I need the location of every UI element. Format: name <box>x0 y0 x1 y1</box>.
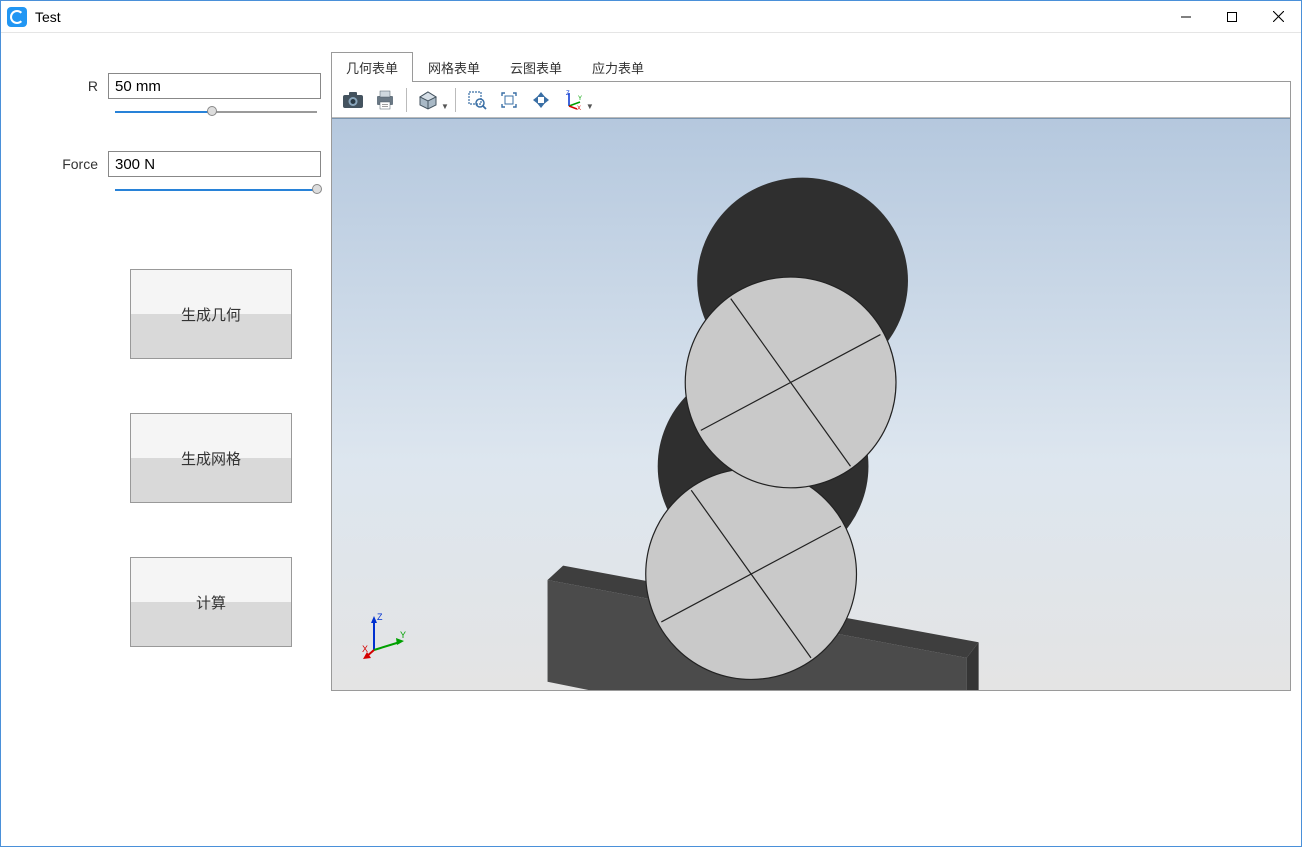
window-controls <box>1163 1 1301 33</box>
axis-y-label: Y <box>400 630 406 640</box>
axes-icon[interactable]: Z Y X <box>558 85 588 115</box>
tab-contour[interactable]: 云图表单 <box>495 52 577 82</box>
camera-icon[interactable] <box>338 85 368 115</box>
main-area: 几何表单 网格表单 云图表单 应力表单 ▼ <box>331 53 1291 836</box>
sidebar: R Force 生成几何 生成网格 计算 <box>11 53 331 836</box>
print-icon[interactable] <box>370 85 400 115</box>
slider-fill <box>115 111 216 113</box>
tabs: 几何表单 网格表单 云图表单 应力表单 <box>331 53 1291 81</box>
param-r-row: R <box>11 73 321 99</box>
param-r-slider[interactable] <box>111 103 321 121</box>
svg-text:Y: Y <box>578 96 582 102</box>
slider-thumb[interactable] <box>312 184 322 194</box>
viewer-toolbar: ▼ <box>332 82 1290 118</box>
maximize-button[interactable] <box>1209 1 1255 33</box>
axis-triad: Z Y X <box>362 610 412 660</box>
param-r-label: R <box>11 78 108 94</box>
viewer-frame: ▼ <box>331 81 1291 691</box>
window-title: Test <box>35 9 61 25</box>
param-r-input[interactable] <box>108 73 321 99</box>
toolbar-separator <box>455 88 456 112</box>
app-icon <box>7 7 27 27</box>
axes-orientation-dropdown[interactable]: Z Y X ▼ <box>558 85 594 115</box>
tab-stress[interactable]: 应力表单 <box>577 52 659 82</box>
geometry-scene <box>332 119 1290 690</box>
viewport-3d[interactable]: Z Y X <box>332 118 1290 690</box>
compute-button[interactable]: 计算 <box>130 557 292 647</box>
action-buttons: 生成几何 生成网格 计算 <box>11 269 321 647</box>
zoom-box-icon[interactable] <box>462 85 492 115</box>
fit-view-icon[interactable] <box>494 85 524 115</box>
rotate-view-icon[interactable] <box>526 85 556 115</box>
svg-text:Z: Z <box>566 91 570 97</box>
toolbar-separator <box>406 88 407 112</box>
param-force-slider[interactable] <box>111 181 321 199</box>
generate-mesh-button[interactable]: 生成网格 <box>130 413 292 503</box>
tab-mesh[interactable]: 网格表单 <box>413 52 495 82</box>
content-area: R Force 生成几何 生成网格 计算 几何表单 网格表单 云图表单 <box>1 33 1301 846</box>
param-force-row: Force <box>11 151 321 177</box>
close-button[interactable] <box>1255 1 1301 33</box>
axis-x-label: X <box>362 644 368 654</box>
svg-text:X: X <box>577 106 581 110</box>
shade-mode-icon[interactable] <box>413 85 443 115</box>
param-force-input[interactable] <box>108 151 321 177</box>
slider-thumb[interactable] <box>207 106 217 116</box>
tab-geometry[interactable]: 几何表单 <box>331 52 413 82</box>
minimize-button[interactable] <box>1163 1 1209 33</box>
titlebar: Test <box>1 1 1301 33</box>
generate-geometry-button[interactable]: 生成几何 <box>130 269 292 359</box>
slider-fill <box>115 189 321 191</box>
shade-mode-dropdown[interactable]: ▼ <box>413 85 449 115</box>
axis-z-label: Z <box>377 612 383 622</box>
param-force-label: Force <box>11 156 108 172</box>
